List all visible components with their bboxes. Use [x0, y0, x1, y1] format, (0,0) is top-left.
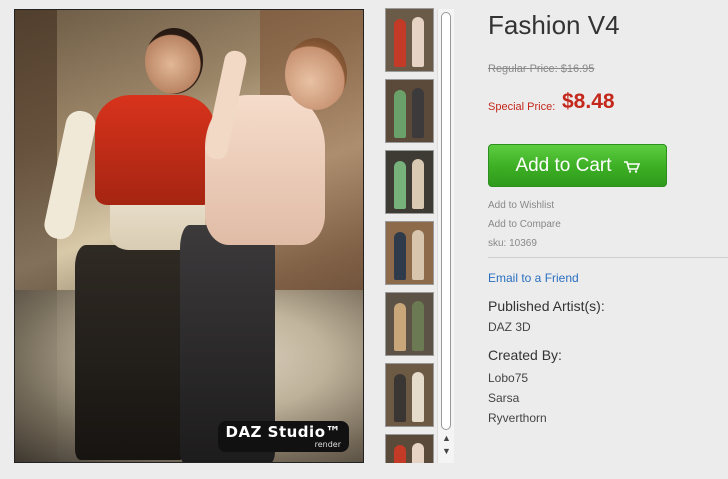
thumbnail-figure — [412, 443, 424, 463]
thumbnail-scrollbar[interactable]: ▲ ▼ — [437, 9, 454, 463]
figure-1-pants — [75, 245, 185, 460]
thumbnail-figure — [394, 303, 406, 351]
special-price-label: Special Price: — [488, 101, 556, 113]
divider — [488, 257, 728, 258]
thumbnail-figure — [394, 232, 406, 280]
thumbnail-figure — [412, 17, 424, 67]
scrollbar-thumb[interactable] — [441, 12, 451, 430]
product-main-image[interactable]: DAZ Studio™ render — [14, 9, 364, 463]
product-thumbnail[interactable] — [385, 150, 434, 214]
product-thumbnail[interactable] — [385, 221, 434, 285]
thumbnail-figure — [394, 445, 406, 463]
published-artist: DAZ 3D — [488, 320, 531, 334]
scroll-down-arrow-icon[interactable]: ▼ — [440, 446, 453, 456]
watermark-subtitle: render — [314, 440, 341, 449]
email-to-friend-link[interactable]: Email to a Friend — [488, 271, 579, 285]
thumbnail-figure — [412, 372, 424, 422]
figure-1-shirt — [95, 95, 215, 205]
thumbnail-figure — [412, 159, 424, 209]
thumbnail-figure — [394, 161, 406, 209]
thumbnail-figure — [394, 19, 406, 67]
thumbnail-figure — [412, 88, 424, 138]
creator-name: Ryverthorn — [488, 411, 547, 425]
watermark-title: DAZ Studio™ — [225, 423, 341, 441]
creator-name: Sarsa — [488, 391, 520, 405]
sku-text: sku: 10369 — [488, 238, 537, 249]
regular-price: Regular Price: $16.95 — [488, 63, 595, 75]
thumbnail-figure — [394, 90, 406, 138]
product-thumbnail[interactable] — [385, 434, 434, 463]
add-to-compare-link[interactable]: Add to Compare — [488, 219, 561, 230]
figure-2-head — [285, 38, 347, 110]
add-to-cart-label: Add to Cart — [515, 154, 612, 176]
product-title: Fashion V4 — [488, 10, 620, 40]
product-thumbnail[interactable] — [385, 363, 434, 427]
product-thumbnail[interactable] — [385, 8, 434, 72]
product-thumbnail[interactable] — [385, 79, 434, 143]
special-price: $8.48 — [562, 90, 615, 113]
add-to-wishlist-link[interactable]: Add to Wishlist — [488, 200, 554, 211]
add-to-cart-button[interactable]: Add to Cart — [488, 144, 667, 187]
thumbnail-figure — [394, 374, 406, 422]
daz-studio-watermark: DAZ Studio™ render — [217, 421, 349, 452]
scroll-up-arrow-icon[interactable]: ▲ — [440, 433, 453, 443]
figure-1-head — [145, 28, 203, 94]
shopping-cart-icon — [623, 160, 640, 173]
creator-name: Lobo75 — [488, 371, 529, 385]
created-by-heading: Created By: — [488, 347, 562, 363]
published-artists-heading: Published Artist(s): — [488, 298, 605, 314]
product-thumbnail[interactable] — [385, 292, 434, 356]
thumbnail-figure — [412, 301, 424, 351]
thumbnail-figure — [412, 230, 424, 280]
